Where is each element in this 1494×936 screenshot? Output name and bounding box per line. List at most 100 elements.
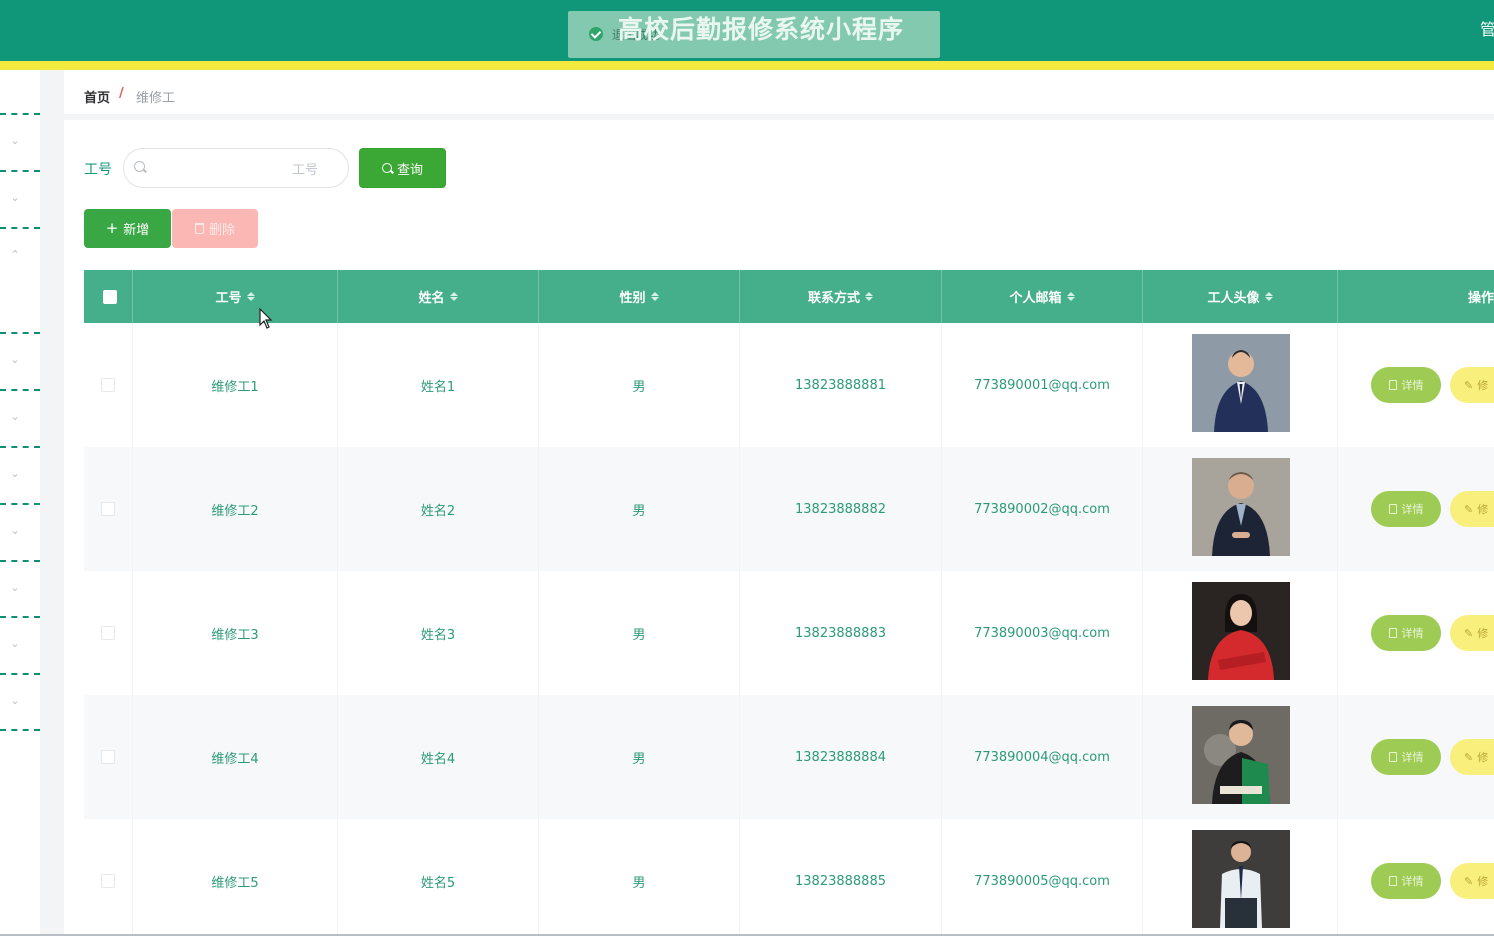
column-header-label: 工人头像 <box>1207 291 1260 306</box>
table-row: 维修工3 姓名3 男 13823888883 773890003@qq.com … <box>84 571 1494 695</box>
add-button-label: 新增 <box>123 223 150 238</box>
sidebar-divider <box>0 560 40 562</box>
worker-avatar[interactable] <box>1192 830 1290 928</box>
detail-button[interactable]: 详情 <box>1371 739 1441 775</box>
column-header-label: 联系方式 <box>807 291 860 306</box>
sidebar-gutter <box>40 70 64 936</box>
cell-email: 773890004@qq.com <box>942 695 1143 819</box>
cell-phone: 13823888883 <box>740 571 942 695</box>
breadcrumb-current: 维修工 <box>136 91 176 106</box>
edit-icon: ✎ <box>1464 750 1474 764</box>
worker-avatar[interactable] <box>1192 582 1290 680</box>
sidebar-divider <box>0 170 40 172</box>
column-header-actions: 操作 <box>1338 270 1494 323</box>
sidebar-divider <box>0 729 40 731</box>
document-icon <box>1388 380 1397 390</box>
cell-name: 姓名4 <box>338 695 539 819</box>
column-header-id[interactable]: 工号 <box>133 270 338 323</box>
chevron-down-icon[interactable]: ⌄ <box>9 582 21 593</box>
cell-id: 维修工3 <box>133 571 338 695</box>
detail-button-label: 详情 <box>1401 503 1424 516</box>
select-all-checkbox[interactable] <box>103 290 117 304</box>
row-checkbox[interactable] <box>101 378 115 392</box>
column-header-name[interactable]: 姓名 <box>338 270 539 323</box>
user-menu[interactable]: 管 <box>1480 16 1494 40</box>
cell-gender: 男 <box>539 819 740 936</box>
query-button[interactable]: 查询 <box>359 148 446 188</box>
worker-avatar[interactable] <box>1192 458 1290 556</box>
app-title: 高校后勤报修系统小程序 <box>618 15 905 44</box>
chevron-down-icon[interactable]: ⌄ <box>9 468 21 479</box>
cell-email: 773890001@qq.com <box>942 323 1143 447</box>
sort-icon[interactable] <box>449 292 458 301</box>
edit-button[interactable]: ✎ 修 <box>1450 615 1494 651</box>
cell-id: 维修工4 <box>133 695 338 819</box>
column-header-phone[interactable]: 联系方式 <box>740 270 942 323</box>
breadcrumb-separator: / <box>119 86 124 101</box>
edit-button[interactable]: ✎ 修 <box>1450 491 1494 527</box>
column-header-label: 操作 <box>1467 291 1494 306</box>
edit-button-label: 修 <box>1477 379 1489 392</box>
row-checkbox[interactable] <box>101 502 115 516</box>
search-label: 工号 <box>84 162 112 178</box>
cell-gender: 男 <box>539 695 740 819</box>
column-header-email[interactable]: 个人邮箱 <box>942 270 1143 323</box>
row-checkbox[interactable] <box>101 874 115 888</box>
edit-icon: ✎ <box>1464 626 1474 640</box>
chevron-up-icon[interactable]: ⌃ <box>9 249 21 260</box>
cell-phone: 13823888884 <box>740 695 942 819</box>
sidebar-divider <box>0 503 40 505</box>
row-select-cell <box>84 571 133 695</box>
edit-button[interactable]: ✎ 修 <box>1450 739 1494 775</box>
add-button[interactable]: + 新增 <box>84 209 171 248</box>
edit-button[interactable]: ✎ 修 <box>1450 863 1494 899</box>
column-header-gender[interactable]: 性别 <box>539 270 740 323</box>
detail-button-label: 详情 <box>1401 875 1424 888</box>
detail-button[interactable]: 详情 <box>1371 615 1441 651</box>
query-button-label: 查询 <box>396 162 423 178</box>
search-icon <box>381 163 392 173</box>
edit-button-label: 修 <box>1477 627 1489 640</box>
breadcrumb-home[interactable]: 首页 <box>84 87 110 106</box>
cell-phone: 13823888881 <box>740 323 942 447</box>
row-select-cell <box>84 447 133 571</box>
edit-button[interactable]: ✎ 修 <box>1450 367 1494 403</box>
table-row: 维修工5 姓名5 男 13823888885 773890005@qq.com … <box>84 819 1494 936</box>
delete-button[interactable]: 删除 <box>172 209 258 248</box>
chevron-down-icon[interactable]: ⌄ <box>9 638 21 649</box>
detail-button[interactable]: 详情 <box>1371 491 1441 527</box>
document-icon <box>1388 876 1397 886</box>
detail-button-label: 详情 <box>1401 379 1424 392</box>
document-icon <box>1388 504 1397 514</box>
chevron-down-icon[interactable]: ⌄ <box>9 135 21 146</box>
detail-button[interactable]: 详情 <box>1371 863 1441 899</box>
worker-avatar[interactable] <box>1192 334 1290 432</box>
sort-icon[interactable] <box>1066 292 1075 301</box>
detail-button-label: 详情 <box>1401 627 1424 640</box>
detail-button[interactable]: 详情 <box>1371 367 1441 403</box>
edit-button-label: 修 <box>1477 751 1489 764</box>
cell-gender: 男 <box>539 571 740 695</box>
search-icon <box>134 161 145 172</box>
edit-icon: ✎ <box>1464 378 1474 392</box>
worker-avatar[interactable] <box>1192 706 1290 804</box>
row-select-cell <box>84 819 133 936</box>
sort-icon[interactable] <box>865 292 873 301</box>
chevron-down-icon[interactable]: ⌄ <box>9 411 21 422</box>
sort-icon[interactable] <box>650 292 659 301</box>
edit-icon: ✎ <box>1464 502 1474 516</box>
chevron-down-icon[interactable]: ⌄ <box>9 525 21 536</box>
header-select-cell <box>84 270 133 323</box>
chevron-down-icon[interactable]: ⌄ <box>9 354 21 365</box>
sort-icon[interactable] <box>1264 292 1273 301</box>
row-checkbox[interactable] <box>101 750 115 764</box>
column-header-avatar[interactable]: 工人头像 <box>1143 270 1338 323</box>
document-icon <box>1388 628 1397 638</box>
cell-id: 维修工2 <box>133 447 338 571</box>
column-header-label: 性别 <box>619 291 646 306</box>
chevron-down-icon[interactable]: ⌄ <box>9 695 21 706</box>
edit-icon: ✎ <box>1464 874 1474 888</box>
chevron-down-icon[interactable]: ⌄ <box>9 192 21 203</box>
sort-icon[interactable] <box>246 292 255 301</box>
row-checkbox[interactable] <box>101 626 115 640</box>
